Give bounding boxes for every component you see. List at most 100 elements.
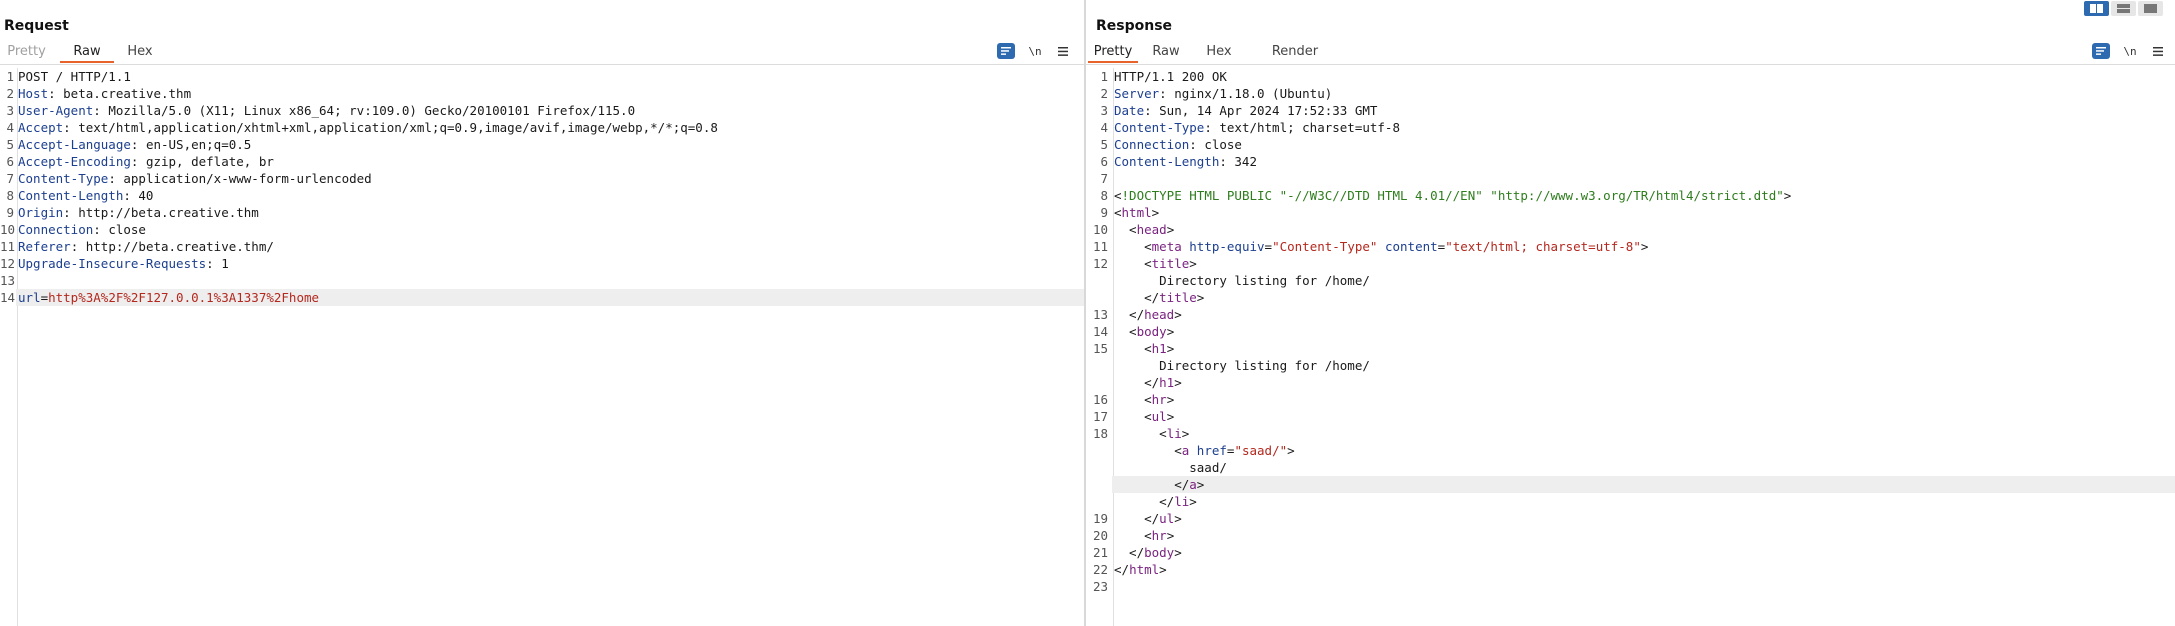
code-line: 9 <html> <box>1086 204 2175 221</box>
code-text: Content-Type: text/html; charset=utf-8 <box>1114 119 1400 136</box>
code-token: : Mozilla/5.0 (X11; Linux x86_64; rv:109… <box>93 103 636 118</box>
code-token: : gzip, deflate, br <box>130 154 274 169</box>
code-line: 2 Host: beta.creative.thm <box>0 85 1084 102</box>
code-text: </html> <box>1114 561 1167 578</box>
code-text: Content-Length: 342 <box>1114 153 1257 170</box>
code-token: : http://beta.creative.thm <box>63 205 259 220</box>
tab-raw[interactable]: Raw <box>1147 42 1185 63</box>
code-token: </ <box>1114 494 1175 509</box>
code-token: User-Agent <box>18 103 94 118</box>
code-line: 13 </head> <box>1086 306 2175 323</box>
menu-button[interactable] <box>1054 43 1072 59</box>
code-text: <body> <box>1114 323 1174 340</box>
code-line: <a href="saad/"> <box>1086 442 2175 459</box>
code-line: 4 Accept: text/html,application/xhtml+xml… <box>0 119 1084 136</box>
code-text: </body> <box>1114 544 1182 561</box>
code-token: < <box>1114 256 1152 271</box>
code-line: 3 User-Agent: Mozilla/5.0 (X11; Linux x86… <box>0 102 1084 119</box>
code-line: 1 HTTP/1.1 200 OK <box>1086 68 2175 85</box>
code-text: Accept-Encoding: gzip, deflate, br <box>18 153 274 170</box>
code-line: 10 <head> <box>1086 221 2175 238</box>
code-line: 16 <hr> <box>1086 391 2175 408</box>
code-line: Directory listing for /home/ <box>1086 357 2175 374</box>
code-line: 6 Content-Length: 342 <box>1086 153 2175 170</box>
code-line: </a> <box>1112 476 2175 493</box>
code-text: <title> <box>1114 255 1197 272</box>
line-number: 13 <box>0 273 16 288</box>
code-token: </ <box>1114 511 1160 526</box>
code-line: 14 url=http%3A%2F%2F127.0.0.1%3A1337%2Fho… <box>0 289 1084 306</box>
code-token: http-equiv <box>1189 239 1265 254</box>
menu-button[interactable] <box>2149 43 2167 59</box>
code-line: 9 Origin: http://beta.creative.thm <box>0 204 1084 221</box>
line-number: 10 <box>0 222 16 237</box>
response-editor[interactable]: 1 HTTP/1.1 200 OK 2 Server: nginx/1.18.0 (U… <box>1086 68 2175 626</box>
code-token: < <box>1114 222 1137 237</box>
code-token: < <box>1114 528 1152 543</box>
code-token: : 1 <box>206 256 229 271</box>
code-text: Host: beta.creative.thm <box>18 85 191 102</box>
code-text: </a> <box>1114 476 1204 493</box>
tab-raw[interactable]: Raw <box>60 42 114 63</box>
wrap-lines-button[interactable] <box>2092 43 2110 59</box>
code-line: 22 </html> <box>1086 561 2175 578</box>
line-number: 11 <box>0 239 16 254</box>
code-token: ul <box>1159 511 1175 526</box>
line-number: 3 <box>1100 103 1108 118</box>
response-panel: Response Pretty Raw Hex Render \n 1 HTTP/… <box>1086 0 2175 626</box>
code-line: Directory listing for /home/ <box>1086 272 2175 289</box>
code-token: li <box>1174 494 1190 509</box>
code-token: > <box>1189 494 1197 509</box>
menu-icon <box>2153 46 2163 56</box>
line-number: 6 <box>1100 154 1108 169</box>
code-text: POST / HTTP/1.1 <box>18 68 131 85</box>
tab-pretty[interactable]: Pretty <box>4 42 49 63</box>
line-number: 23 <box>1092 579 1108 594</box>
code-text: Connection: close <box>18 221 146 238</box>
code-token: Content-Length <box>1114 154 1220 169</box>
code-text: </head> <box>1114 306 1182 323</box>
code-text: <hr> <box>1114 391 1174 408</box>
show-newlines-button[interactable]: \n <box>2121 43 2139 59</box>
code-text: Referer: http://beta.creative.thm/ <box>18 238 274 255</box>
code-token: > <box>1196 477 1205 492</box>
line-number: 5 <box>6 137 14 152</box>
code-token: > <box>1783 188 1792 203</box>
tab-pretty[interactable]: Pretty <box>1088 42 1138 63</box>
line-number: 9 <box>6 205 14 220</box>
show-newlines-button[interactable]: \n <box>1026 43 1044 59</box>
line-number: 4 <box>6 120 14 135</box>
code-text: Content-Length: 40 <box>18 187 153 204</box>
code-token: > <box>1166 222 1175 237</box>
code-text: Origin: http://beta.creative.thm <box>18 204 259 221</box>
code-token: h1 <box>1159 375 1175 390</box>
wrap-lines-button[interactable] <box>997 43 1015 59</box>
code-line: </h1> <box>1086 374 2175 391</box>
tab-hex[interactable]: Hex <box>1201 42 1237 63</box>
code-line: 2 Server: nginx/1.18.0 (Ubuntu) <box>1086 85 2175 102</box>
code-token: Date <box>1114 103 1145 118</box>
line-number: 4 <box>1100 120 1108 135</box>
code-token: url <box>18 290 41 305</box>
code-token: < <box>1114 392 1152 407</box>
line-number: 18 <box>1092 426 1108 441</box>
code-token: < <box>1114 426 1167 441</box>
code-token: > <box>1174 511 1182 526</box>
code-token: h1 <box>1151 341 1167 356</box>
code-token: : 342 <box>1219 154 1257 169</box>
code-token: : close <box>1189 137 1242 152</box>
code-text: <h1> <box>1114 340 1174 357</box>
line-number: 8 <box>6 188 14 203</box>
line-number: 9 <box>1100 205 1108 220</box>
code-text: Accept-Language: en-US,en;q=0.5 <box>18 136 251 153</box>
tab-render[interactable]: Render <box>1271 42 1319 63</box>
request-editor[interactable]: 1 POST / HTTP/1.1 2 Host: beta.creative.thm… <box>0 68 1084 626</box>
code-token: html <box>1121 205 1152 220</box>
tab-hex[interactable]: Hex <box>122 42 158 63</box>
code-token: < <box>1114 239 1152 254</box>
code-token: </ <box>1114 562 1130 577</box>
code-token: : beta.creative.thm <box>48 86 192 101</box>
code-line: 19 </ul> <box>1086 510 2175 527</box>
code-line: 1 POST / HTTP/1.1 <box>0 68 1084 85</box>
line-number: 22 <box>1092 562 1108 577</box>
